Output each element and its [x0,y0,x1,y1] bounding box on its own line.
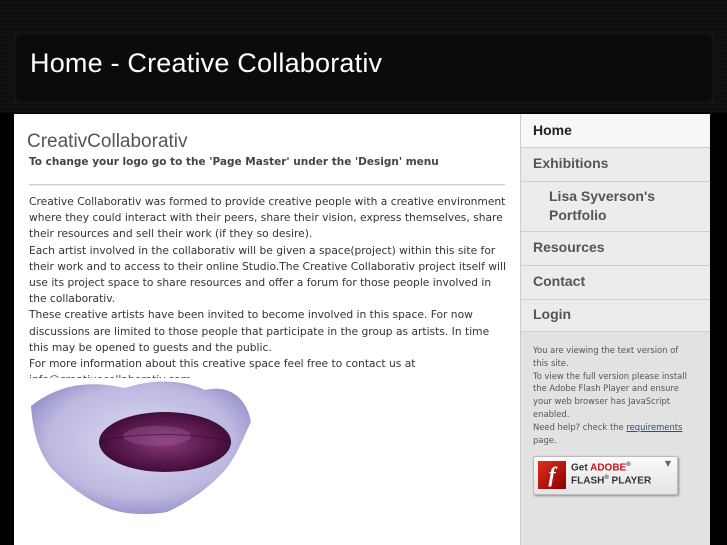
nav-item-exhibitions[interactable]: Exhibitions [521,148,710,182]
flash-badge-line1: Get ADOBE® [571,462,631,473]
nav-item-label: Lisa Syverson's Portfolio [549,188,656,223]
page-container: CreativCollaborativ To change your logo … [14,114,710,545]
flash-notice: You are viewing the text version of this… [533,344,693,446]
nav-item-label: Login [533,306,572,322]
nav-item-label: Home [533,122,572,138]
nav-item-home[interactable]: Home [521,114,710,148]
paragraph: These creative artists have been invited… [29,308,490,354]
notice-text: To view the full version please install … [533,370,687,419]
flash-get-text: Get [571,462,588,474]
nav-item-label: Exhibitions [533,155,609,171]
main-content: CreativCollaborativ To change your logo … [14,114,520,545]
paragraph: Creative Collaborativ was formed to prov… [29,195,506,241]
nav-item-login[interactable]: Login [521,300,710,332]
nav-item-label: Contact [533,273,586,289]
flash-brand-text: ADOBE [590,462,627,474]
download-arrow-icon: ▼ [664,459,671,468]
nav-item-label: Resources [533,239,605,255]
flash-product-registered-mark: ® [604,475,609,481]
site-header: Home - Creative Collaborativ [14,32,714,104]
logo-hint: To change your logo go to the 'Page Mast… [29,156,439,168]
flash-product-suffix: PLAYER [611,475,652,487]
notice-text: Need help? check the requirements page. [533,421,693,447]
artwork-image [29,378,253,515]
flash-registered-mark: ® [626,462,631,468]
requirements-link[interactable]: requirements [626,422,682,432]
notice-text-post: page. [533,434,557,445]
page-title: Home - Creative Collaborativ [30,48,383,78]
logo-title[interactable]: CreativCollaborativ [27,131,188,153]
flash-icon: f [538,461,566,489]
notice-text-pre: Need help? check the [533,421,624,432]
sidebar: Home Exhibitions Lisa Syverson's Portfol… [520,114,710,545]
get-flash-player-button[interactable]: f Get ADOBE® FLASH® PLAYER ▼ [533,456,678,495]
notice-text: You are viewing the text version of this… [533,345,679,368]
flash-badge-line2: FLASH® PLAYER [571,475,651,486]
intro-text: Creative Collaborativ was formed to prov… [29,194,509,388]
paragraph: Each artist involved in the collaborativ… [29,243,506,306]
divider [29,184,505,186]
nav-item-resources[interactable]: Resources [521,232,710,266]
flash-product-text: FLASH [571,475,605,487]
nav-item-contact[interactable]: Contact [521,266,710,300]
paragraph: For more information about this creative… [29,357,416,371]
nav-item-lisa-syverson-portfolio[interactable]: Lisa Syverson's Portfolio [521,182,710,232]
